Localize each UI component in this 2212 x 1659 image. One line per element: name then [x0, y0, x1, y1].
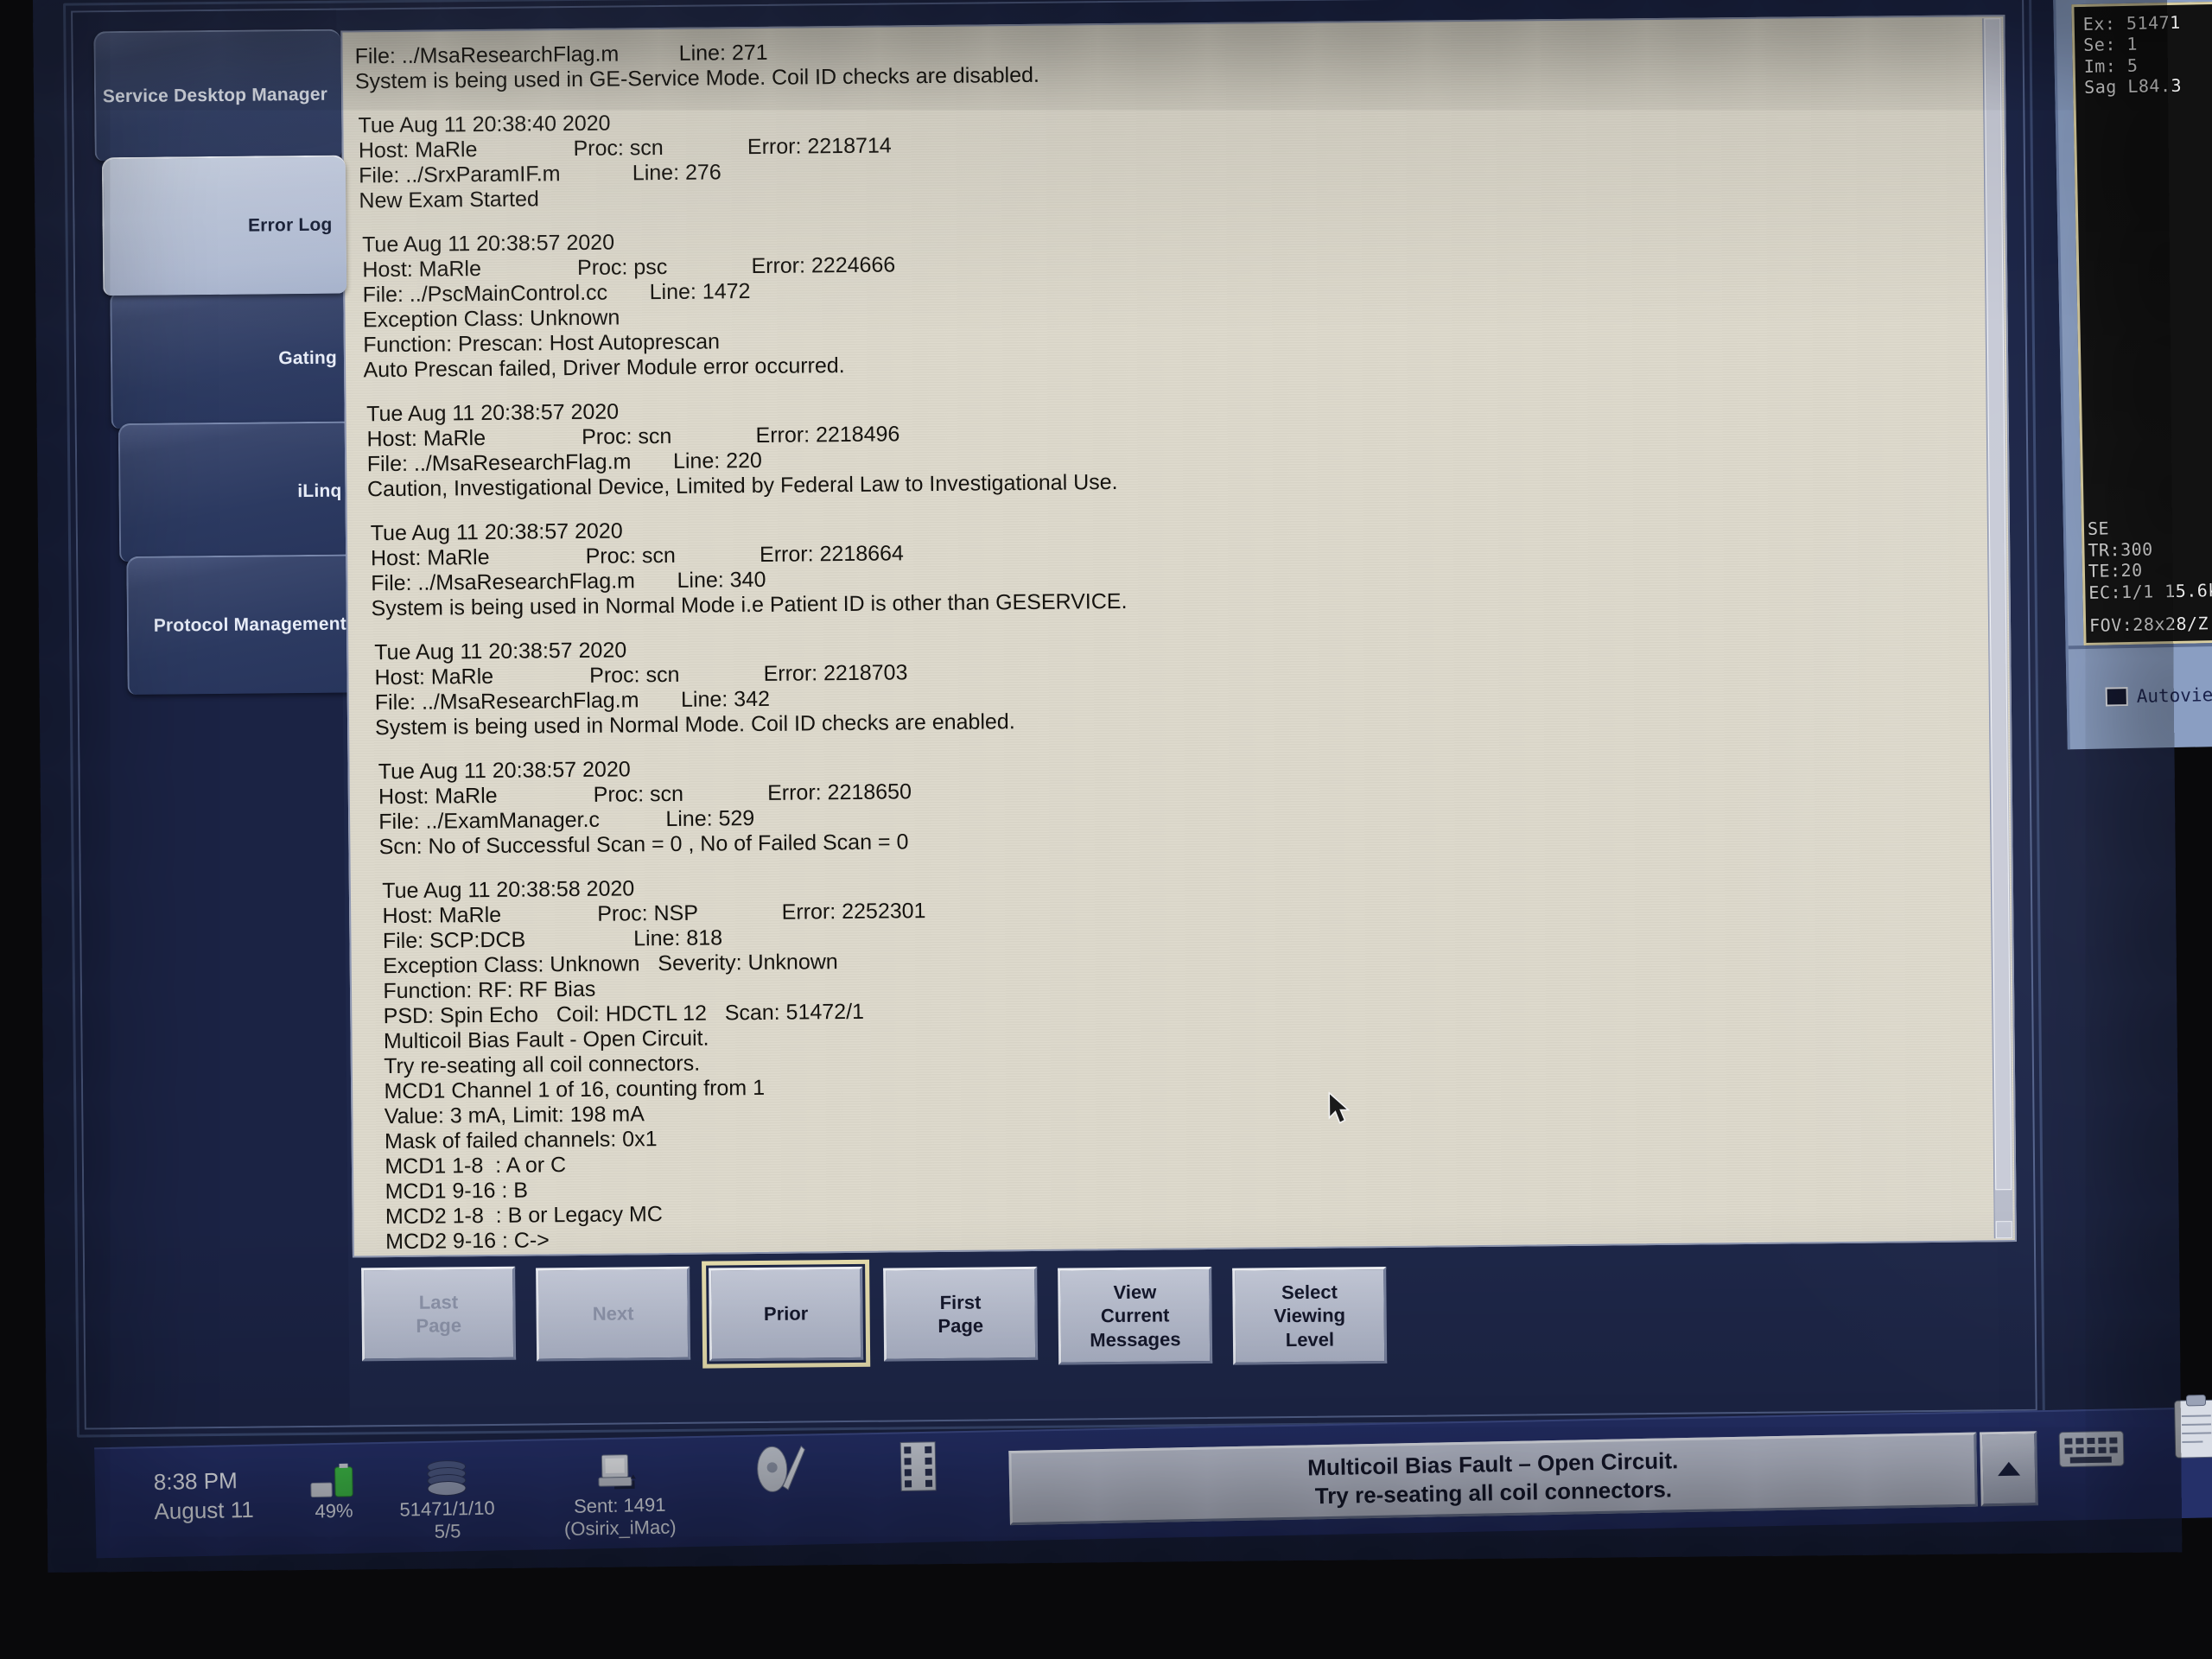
viewport-exam-annotation: Ex: 51471 Se: 1 Im: 5 Sag L84.3	[2082, 11, 2183, 99]
battery-percent: 49%	[315, 1499, 353, 1522]
mri-image-frame[interactable]: Ex: 51471 Se: 1 Im: 5 Sag L84.3 SE TR:30…	[2071, 0, 2212, 646]
service-desktop-window: Service Desktop Manager Error Log Gating…	[63, 0, 2045, 1438]
log-entry: Tue Aug 11 20:38:58 2020 Host: MaRle Proc…	[363, 863, 2015, 1255]
pagination-button-row: Last Page Next Prior First Page View Cur…	[353, 1243, 2018, 1389]
window-client-area: Service Desktop Manager Error Log Gating…	[71, 0, 2037, 1430]
sidebar-item-label: Protocol Management	[153, 613, 347, 636]
screen: Service Desktop Manager Error Log Gating…	[33, 0, 2212, 1573]
computer-network-icon	[594, 1451, 644, 1495]
status-scroll-up-button[interactable]	[1980, 1431, 2038, 1507]
series-counter: 51471/1/10 5/5	[399, 1497, 495, 1543]
scrollbar-down-arrow[interactable]	[1995, 1221, 2012, 1239]
viewport-scan-parameters: SE TR:300 TE:20 EC:1/1 15.6kHz	[2087, 518, 2212, 603]
taskbar-clock: 8:38 PM August 11	[153, 1467, 254, 1525]
select-viewing-level-button[interactable]: Select Viewing Level	[1232, 1267, 1388, 1365]
sidebar-item-service-desktop-manager[interactable]: Service Desktop Manager	[93, 29, 342, 162]
taskbar-series-status[interactable]: 51471/1/10 5/5	[398, 1454, 495, 1545]
battery-icon	[308, 1457, 358, 1501]
taskbar-battery[interactable]: 49%	[308, 1457, 358, 1523]
next-button[interactable]: Next	[536, 1266, 691, 1362]
sidebar-item-label: Gating	[278, 347, 338, 369]
sidebar-item-protocol-management[interactable]: Protocol Management	[126, 554, 361, 695]
autoview-checkbox[interactable]	[2105, 687, 2128, 707]
keyboard-icon[interactable]	[2057, 1427, 2126, 1471]
image-viewport[interactable]: Ex: 51471 Se: 1 Im: 5 Sag L84.3 SE TR:30…	[2052, 0, 2212, 750]
sidebar-item-ilinq[interactable]: iLinq	[118, 421, 357, 563]
log-entry: Tue Aug 11 20:38:40 2020 Host: MaRle Proc…	[355, 98, 2005, 213]
viewport-fov-label: FOV:28x28/Z	[2088, 612, 2209, 636]
sidebar-item-gating[interactable]: Gating	[110, 288, 352, 429]
clipboard-icon[interactable]	[2168, 1395, 2212, 1461]
mouse-pen-icon[interactable]	[751, 1445, 807, 1496]
first-page-button[interactable]: First Page	[883, 1266, 1039, 1362]
monitor-photo: Service Desktop Manager Error Log Gating…	[0, 0, 2212, 1659]
view-current-messages-button[interactable]: View Current Messages	[1058, 1266, 1213, 1365]
error-log-panel[interactable]: File: ../MsaResearchFlag.m Line: 271 Syst…	[340, 15, 2017, 1258]
autoview-label: Autoview	[2136, 683, 2212, 707]
sidebar-item-label: Error Log	[247, 214, 333, 236]
status-message-box[interactable]: Multicoil Bias Fault – Open Circuit. Try…	[1008, 1432, 1978, 1526]
log-entry: Tue Aug 11 20:38:57 2020 Host: MaRle Proc…	[359, 505, 2009, 621]
last-page-button[interactable]: Last Page	[361, 1266, 517, 1362]
status-message-text: Multicoil Bias Fault – Open Circuit. Try…	[1306, 1446, 1679, 1510]
error-log-text: File: ../MsaResearchFlag.m Line: 271 Syst…	[342, 16, 2014, 1255]
log-entry: Tue Aug 11 20:38:57 2020 Host: MaRle Proc…	[357, 217, 2007, 383]
film-strip-icon[interactable]	[893, 1441, 943, 1493]
log-entry: File: ../MsaResearchFlag.m Line: 271 Syst…	[355, 29, 2004, 94]
disk-stack-icon	[419, 1454, 474, 1498]
autoview-toggle[interactable]: Autoview	[2105, 684, 2212, 708]
sidebar-tab-rail: Service Desktop Manager Error Log Gating…	[73, 10, 361, 1428]
sidebar-item-label: iLinq	[297, 480, 342, 502]
prior-button[interactable]: Prior	[702, 1259, 871, 1369]
taskbar-network-sent[interactable]: Sent: 1491 (Osirix_iMac)	[563, 1450, 677, 1541]
log-entry: Tue Aug 11 20:38:57 2020 Host: MaRle Proc…	[358, 386, 2007, 502]
sidebar-item-label: Service Desktop Manager	[102, 84, 328, 107]
chevron-up-icon	[1997, 1461, 2021, 1477]
sidebar-item-error-log[interactable]: Error Log	[101, 155, 347, 296]
log-entry: Tue Aug 11 20:38:57 2020 Host: MaRle Proc…	[360, 625, 2010, 741]
sent-count: Sent: 1491 (Osirix_iMac)	[563, 1493, 677, 1541]
log-entry: Tue Aug 11 20:38:57 2020 Host: MaRle Proc…	[361, 744, 2011, 860]
